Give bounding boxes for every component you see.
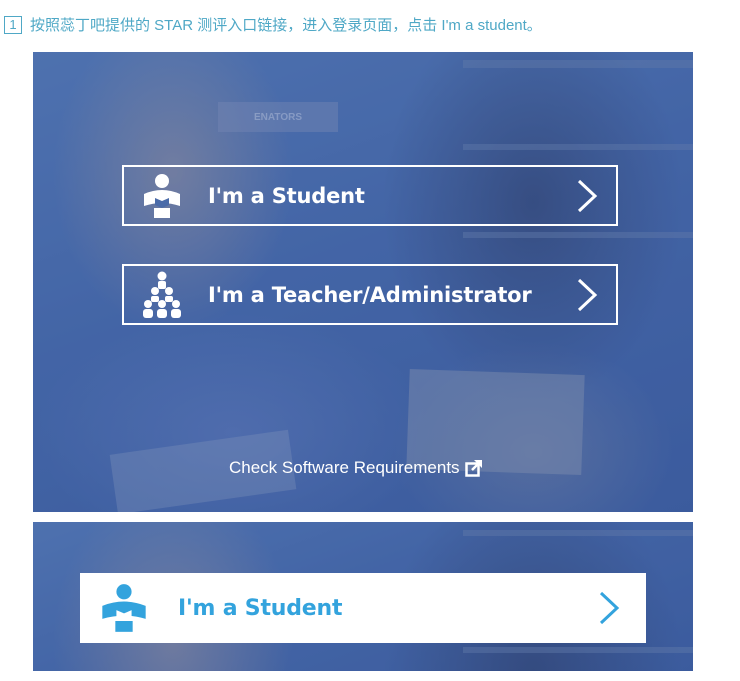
bookshelf-decoration [463, 60, 693, 68]
teacher-login-button[interactable]: I'm a Teacher/Administrator [122, 264, 618, 325]
student-button-label: I'm a Student [178, 595, 343, 621]
instruction-text: 按照蕊丁吧提供的 STAR 测评入口链接，进入登录页面，点击 I'm a stu… [30, 17, 542, 34]
group-icon [136, 269, 188, 321]
bookshelf-decoration [463, 647, 693, 653]
login-panel: ENATORS I'm a Student I'm a Teacher/Admi… [33, 52, 693, 512]
bookshelf-decoration [463, 530, 693, 536]
student-login-button-highlighted[interactable]: I'm a Student [80, 573, 646, 643]
bookshelf-decoration [463, 232, 693, 238]
highlight-panel: I'm a Student [33, 522, 693, 671]
chevron-right-icon [599, 591, 620, 625]
requirements-link-label: Check Software Requirements [229, 458, 460, 477]
teacher-button-label: I'm a Teacher/Administrator [208, 282, 532, 307]
student-reading-icon [136, 170, 188, 222]
chevron-right-icon [577, 179, 598, 212]
background-sign: ENATORS [218, 102, 338, 132]
bookshelf-decoration [463, 144, 693, 150]
student-reading-icon [98, 582, 150, 634]
software-requirements-link[interactable]: Check Software Requirements [229, 458, 483, 478]
step-number: 1 [4, 15, 22, 34]
student-login-button[interactable]: I'm a Student [122, 165, 618, 226]
chevron-right-icon [577, 278, 598, 311]
student-button-label: I'm a Student [208, 183, 365, 208]
instruction-step: 1 按照蕊丁吧提供的 STAR 测评入口链接，进入登录页面，点击 I'm a s… [4, 14, 542, 35]
external-link-icon [464, 460, 482, 477]
